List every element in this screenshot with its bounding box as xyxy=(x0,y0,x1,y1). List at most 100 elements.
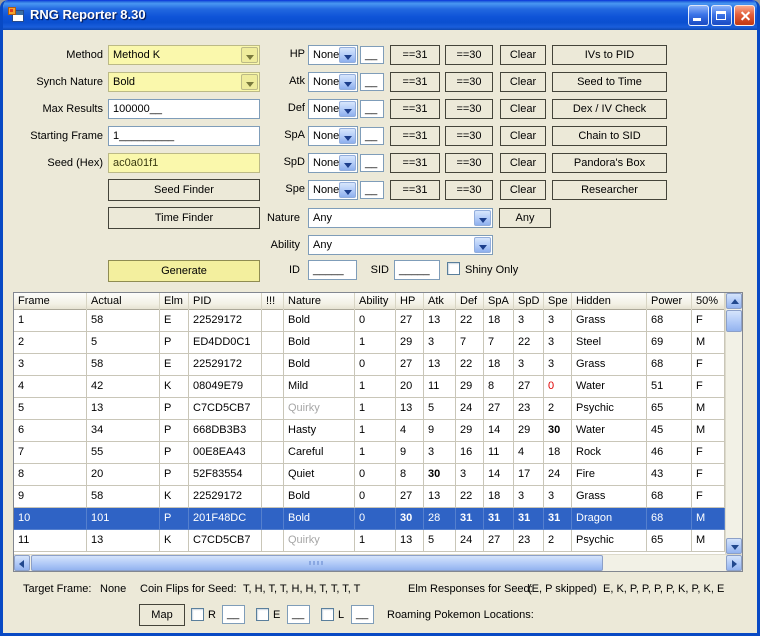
table-cell[interactable]: Quiet xyxy=(284,464,355,486)
atk-eq30-button[interactable]: ==30 xyxy=(445,72,493,92)
column-header-elm[interactable]: Elm xyxy=(160,293,189,310)
table-cell[interactable]: 22529172 xyxy=(189,310,262,332)
table-cell[interactable]: 13 xyxy=(424,486,456,508)
atk-value-input[interactable]: __ xyxy=(360,73,384,91)
table-cell[interactable]: 9 xyxy=(424,420,456,442)
table-cell[interactable]: 29 xyxy=(456,420,484,442)
table-cell[interactable]: M xyxy=(692,508,725,530)
table-cell[interactable]: 14 xyxy=(484,420,514,442)
atk-clear-button[interactable]: Clear xyxy=(500,72,546,92)
table-cell[interactable]: 24 xyxy=(544,464,572,486)
table-cell[interactable]: C7CD5CB7 xyxy=(189,530,262,552)
table-cell[interactable]: 1 xyxy=(355,442,396,464)
chevron-down-icon[interactable] xyxy=(339,128,356,144)
table-cell[interactable]: 6 xyxy=(14,420,87,442)
table-cell[interactable]: 58 xyxy=(87,310,160,332)
table-cell[interactable]: 4 xyxy=(396,420,424,442)
def-eq30-button[interactable]: ==30 xyxy=(445,99,493,119)
atk-compare-combo[interactable]: None xyxy=(308,72,358,92)
table-cell[interactable]: 3 xyxy=(544,310,572,332)
table-row[interactable]: 634P668DB3B3Hasty14929142930Water45M xyxy=(14,420,725,442)
table-cell[interactable]: Grass xyxy=(572,486,647,508)
nature-combo[interactable]: Any xyxy=(308,208,493,228)
close-button[interactable] xyxy=(734,5,755,26)
column-header-spa[interactable]: SpA xyxy=(484,293,514,310)
table-cell[interactable]: 101 xyxy=(87,508,160,530)
table-cell[interactable] xyxy=(262,354,284,376)
table-row[interactable]: 820P52F83554Quiet08303141724Fire43F xyxy=(14,464,725,486)
table-cell[interactable]: 8 xyxy=(396,464,424,486)
table-cell[interactable]: 3 xyxy=(514,486,544,508)
seed-to-time-button[interactable]: Seed to Time xyxy=(552,72,667,92)
spe-value-input[interactable]: __ xyxy=(360,181,384,199)
ability-combo[interactable]: Any xyxy=(308,235,493,255)
table-cell[interactable]: 14 xyxy=(484,464,514,486)
title-bar[interactable]: RNG Reporter 8.30 xyxy=(0,0,760,30)
spa-value-input[interactable]: __ xyxy=(360,127,384,145)
table-cell[interactable]: 18 xyxy=(484,310,514,332)
hp-clear-button[interactable]: Clear xyxy=(500,45,546,65)
table-cell[interactable]: 3 xyxy=(456,464,484,486)
table-cell[interactable]: 11 xyxy=(14,530,87,552)
table-cell[interactable]: 31 xyxy=(456,508,484,530)
table-cell[interactable]: M xyxy=(692,420,725,442)
r-checkbox[interactable] xyxy=(191,608,204,621)
column-header-nature[interactable]: Nature xyxy=(284,293,355,310)
table-cell[interactable]: Hasty xyxy=(284,420,355,442)
table-cell[interactable]: 20 xyxy=(87,464,160,486)
scroll-down-button[interactable] xyxy=(726,538,742,554)
table-row[interactable]: 358E22529172Bold02713221833Grass68F xyxy=(14,354,725,376)
vertical-scroll-thumb[interactable] xyxy=(726,310,742,332)
chevron-down-icon[interactable] xyxy=(474,210,491,226)
l-input[interactable]: __ xyxy=(351,605,374,624)
table-cell[interactable]: 13 xyxy=(87,530,160,552)
spd-value-input[interactable]: __ xyxy=(360,154,384,172)
column-header-spd[interactable]: SpD xyxy=(514,293,544,310)
table-cell[interactable]: 20 xyxy=(396,376,424,398)
scroll-left-button[interactable] xyxy=(14,555,30,571)
chevron-down-icon[interactable] xyxy=(339,182,356,198)
table-cell[interactable]: E xyxy=(160,310,189,332)
table-cell[interactable]: Mild xyxy=(284,376,355,398)
researcher-button[interactable]: Researcher xyxy=(552,180,667,200)
table-cell[interactable]: F xyxy=(692,486,725,508)
table-cell[interactable] xyxy=(262,332,284,354)
column-header-flag[interactable]: !!! xyxy=(262,293,284,310)
table-row[interactable]: 1113KC7CD5CB7Quirky11352427232Psychic65M xyxy=(14,530,725,552)
table-cell[interactable]: 3 xyxy=(514,354,544,376)
table-cell[interactable]: Careful xyxy=(284,442,355,464)
table-cell[interactable]: F xyxy=(692,310,725,332)
table-cell[interactable]: 43 xyxy=(647,464,692,486)
table-cell[interactable]: 68 xyxy=(647,310,692,332)
table-cell[interactable]: 0 xyxy=(355,464,396,486)
table-cell[interactable]: 9 xyxy=(396,442,424,464)
table-cell[interactable]: P xyxy=(160,464,189,486)
table-cell[interactable]: 3 xyxy=(544,486,572,508)
table-cell[interactable]: 2 xyxy=(544,398,572,420)
table-cell[interactable]: Bold xyxy=(284,354,355,376)
table-cell[interactable]: 1 xyxy=(355,530,396,552)
table-cell[interactable] xyxy=(262,310,284,332)
table-cell[interactable]: 27 xyxy=(484,530,514,552)
table-cell[interactable]: 22 xyxy=(456,486,484,508)
l-checkbox[interactable] xyxy=(321,608,334,621)
table-cell[interactable]: 18 xyxy=(484,486,514,508)
table-cell[interactable]: 29 xyxy=(514,420,544,442)
table-cell[interactable]: Water xyxy=(572,420,647,442)
table-cell[interactable]: 3 xyxy=(14,354,87,376)
table-cell[interactable]: 13 xyxy=(424,310,456,332)
table-cell[interactable]: 31 xyxy=(484,508,514,530)
table-cell[interactable]: 27 xyxy=(396,354,424,376)
column-header-def[interactable]: Def xyxy=(456,293,484,310)
table-cell[interactable] xyxy=(262,376,284,398)
column-header-frame[interactable]: Frame xyxy=(14,293,87,310)
table-cell[interactable]: Grass xyxy=(572,354,647,376)
table-cell[interactable]: Rock xyxy=(572,442,647,464)
column-header-hp[interactable]: HP xyxy=(396,293,424,310)
table-cell[interactable]: F xyxy=(692,464,725,486)
table-cell[interactable]: 5 xyxy=(14,398,87,420)
table-cell[interactable]: 22529172 xyxy=(189,486,262,508)
hp-eq30-button[interactable]: ==30 xyxy=(445,45,493,65)
table-cell[interactable]: 4 xyxy=(14,376,87,398)
table-cell[interactable]: 7 xyxy=(14,442,87,464)
